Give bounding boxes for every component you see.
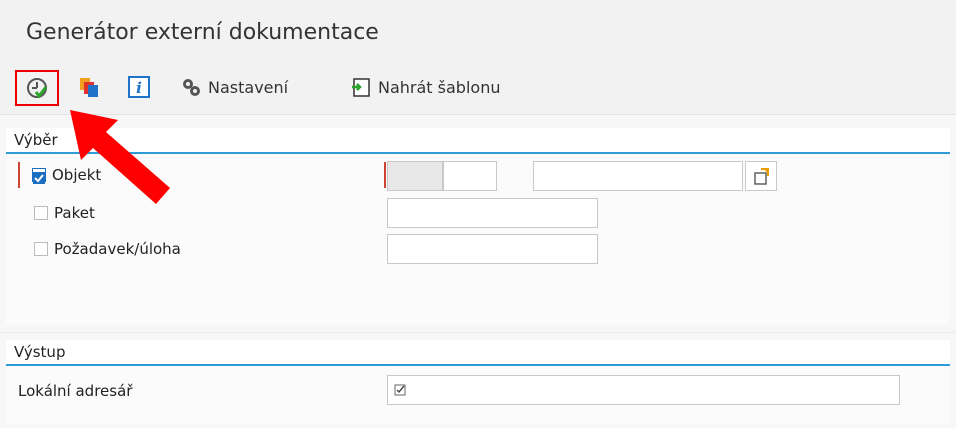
annotation-arrow <box>70 110 170 204</box>
